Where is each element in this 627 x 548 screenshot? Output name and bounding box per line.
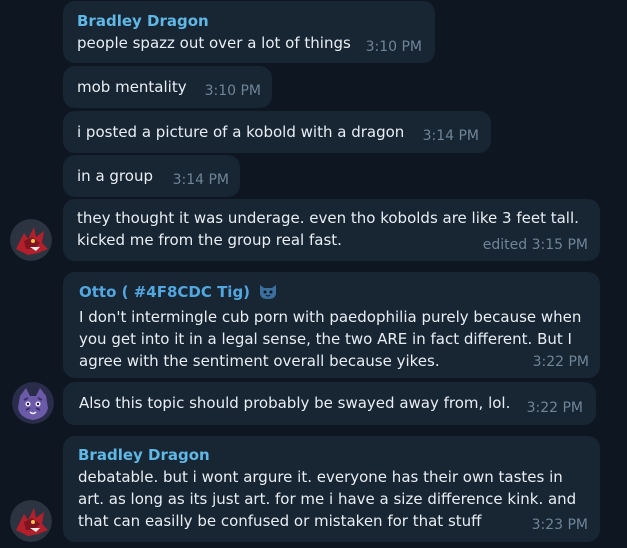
message-bubble[interactable]: Bradley Dragon people spazz out over a l… bbox=[63, 1, 435, 63]
dragon-avatar[interactable] bbox=[10, 219, 52, 261]
message-bubble[interactable]: in a group 3:14 PM bbox=[63, 155, 240, 197]
tiger-avatar[interactable] bbox=[12, 382, 54, 424]
message-time: 3:14 PM bbox=[172, 172, 229, 188]
message-text-line: they thought it was underage. even tho k… bbox=[77, 209, 579, 227]
message-time: 3:10 PM bbox=[204, 83, 261, 99]
message-bubble[interactable]: they thought it was underage. even tho k… bbox=[63, 199, 600, 261]
sender-name-text: Otto ( #4F8CDC Tig) bbox=[79, 283, 251, 301]
message-bubble[interactable]: Otto ( #4F8CDC Tig) I don't intermingle … bbox=[63, 272, 600, 378]
sender-name[interactable]: Otto ( #4F8CDC Tig) bbox=[79, 281, 584, 306]
cat-emoji-icon bbox=[258, 282, 278, 306]
message-bubble[interactable]: Also this topic should probably be swaye… bbox=[63, 382, 596, 425]
message-text: Also this topic should probably be swaye… bbox=[79, 394, 511, 412]
message-bubble[interactable]: mob mentality 3:10 PM bbox=[63, 66, 272, 108]
sender-name[interactable]: Bradley Dragon bbox=[77, 10, 421, 32]
message-text-line: that can easilly be confused or mistaken… bbox=[78, 512, 482, 530]
message-text-line: art. as long as its just art. for me i h… bbox=[78, 490, 577, 508]
message-text-line: I don't intermingle cub porn with paedop… bbox=[79, 308, 582, 326]
message-text-line: agree with the sentiment overall because… bbox=[79, 352, 440, 370]
message-time: 3:10 PM bbox=[365, 39, 422, 55]
message-bubble[interactable]: i posted a picture of a kobold with a dr… bbox=[63, 111, 491, 153]
message-text-line: you get into it in a legal sense, the tw… bbox=[79, 330, 572, 348]
message-text: i posted a picture of a kobold with a dr… bbox=[77, 123, 405, 141]
message-time: 3:14 PM bbox=[422, 128, 479, 144]
message-time: 3:22 PM bbox=[532, 354, 589, 370]
dragon-avatar[interactable] bbox=[10, 500, 52, 542]
sender-name[interactable]: Bradley Dragon bbox=[78, 444, 585, 466]
message-bubble[interactable]: Bradley Dragon debatable. but i wont arg… bbox=[63, 436, 600, 542]
message-time: 3:23 PM bbox=[531, 517, 588, 533]
message-text-line: debatable. but i wont argure it. everyon… bbox=[78, 468, 563, 486]
message-time: edited 3:15 PM bbox=[482, 237, 588, 253]
message-time: 3:22 PM bbox=[526, 400, 583, 416]
